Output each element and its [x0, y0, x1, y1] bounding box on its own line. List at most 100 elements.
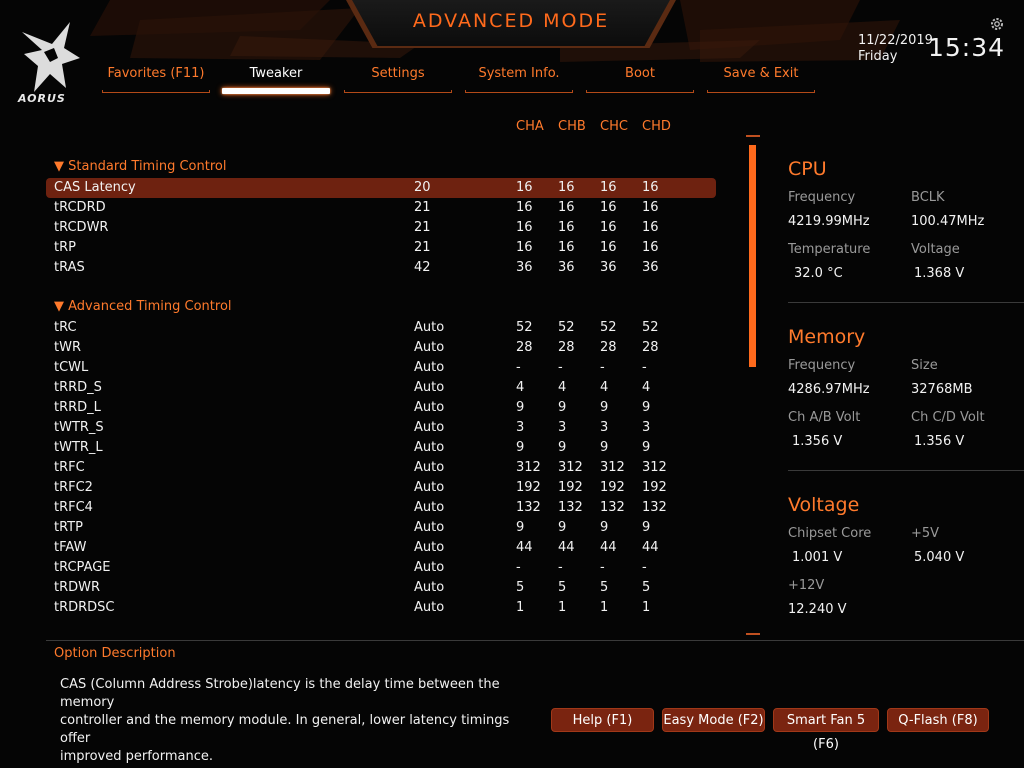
smart-fan-f6-button[interactable]: Smart Fan 5 (F6) — [773, 708, 879, 752]
channel-value-chd: 4 — [642, 380, 651, 395]
table-row[interactable]: tRC Auto 52 52 52 52 — [46, 318, 716, 338]
gear-icon[interactable] — [989, 16, 1005, 32]
table-row[interactable]: tFAW Auto 44 44 44 44 — [46, 538, 716, 558]
channel-value-chc: 44 — [600, 540, 617, 555]
table-row[interactable]: tRAS 42 36 36 36 36 — [46, 258, 716, 278]
tab-save-exit[interactable]: Save & Exit — [707, 66, 815, 81]
setting-value[interactable]: Auto — [414, 400, 444, 415]
table-row[interactable]: tRTP Auto 9 9 9 9 — [46, 518, 716, 538]
channel-value-cha: 52 — [516, 320, 533, 335]
scrollbar-thumb[interactable] — [749, 144, 756, 368]
table-row[interactable]: tRDRDSC Auto 1 1 1 1 — [46, 598, 716, 618]
setting-label: tRFC — [54, 460, 85, 475]
bottom-divider — [46, 640, 1024, 641]
channel-value-chb: 1 — [558, 600, 567, 615]
setting-value[interactable]: Auto — [414, 600, 444, 615]
table-row[interactable]: tRFC2 Auto 192 192 192 192 — [46, 478, 716, 498]
channel-value-cha: 312 — [516, 460, 541, 475]
tab-tweaker[interactable]: Tweaker — [222, 66, 330, 81]
setting-label: tRDRDSC — [54, 600, 115, 615]
tab-favorites[interactable]: Favorites (F11) — [102, 66, 210, 81]
setting-value[interactable]: 21 — [414, 220, 431, 235]
table-row[interactable]: tRP 21 16 16 16 16 — [46, 238, 716, 258]
table-row[interactable]: tRCPAGE Auto - - - - — [46, 558, 716, 578]
channel-value-cha: 16 — [516, 200, 533, 215]
setting-value[interactable]: Auto — [414, 380, 444, 395]
table-row[interactable]: tCWL Auto - - - - — [46, 358, 716, 378]
setting-value[interactable]: Auto — [414, 340, 444, 355]
setting-value[interactable]: 21 — [414, 200, 431, 215]
tab-system-info[interactable]: System Info. — [465, 66, 573, 81]
setting-label: tCWL — [54, 360, 89, 375]
channel-value-cha: 28 — [516, 340, 533, 355]
cpu-temperature-value: 32.0 °C — [794, 266, 843, 281]
section-standard-timing-control[interactable]: ▼ Standard Timing Control — [54, 159, 226, 174]
setting-label: tRFC2 — [54, 480, 93, 495]
setting-value[interactable]: Auto — [414, 420, 444, 435]
setting-value[interactable]: Auto — [414, 440, 444, 455]
tab-boot[interactable]: Boot — [586, 66, 694, 81]
plus5v-label: +5V — [911, 526, 940, 541]
channel-value-chc: - — [600, 560, 605, 575]
section-advanced-timing-control[interactable]: ▼ Advanced Timing Control — [54, 299, 232, 314]
setting-value[interactable]: 42 — [414, 260, 431, 275]
setting-value[interactable]: 21 — [414, 240, 431, 255]
help-f1-button[interactable]: Help (F1) — [551, 708, 654, 732]
channel-header-chd: CHD — [642, 119, 671, 134]
table-row[interactable]: tWR Auto 28 28 28 28 — [46, 338, 716, 358]
setting-value[interactable]: Auto — [414, 560, 444, 575]
channel-value-chd: 1 — [642, 600, 651, 615]
table-row[interactable]: tRCDRD 21 16 16 16 16 — [46, 198, 716, 218]
table-row[interactable]: tWTR_L Auto 9 9 9 9 — [46, 438, 716, 458]
channel-value-chc: 16 — [600, 220, 617, 235]
memory-frequency-label: Frequency — [788, 358, 856, 373]
setting-value[interactable]: Auto — [414, 520, 444, 535]
setting-value[interactable]: Auto — [414, 320, 444, 335]
channel-value-chc: 9 — [600, 440, 609, 455]
channel-value-chd: 192 — [642, 480, 667, 495]
channel-value-chd: 16 — [642, 240, 659, 255]
memory-chab-volt-label: Ch A/B Volt — [788, 410, 861, 425]
option-description-line-1: CAS (Column Address Strobe)latency is th… — [60, 677, 500, 710]
channel-value-chd: 312 — [642, 460, 667, 475]
channel-value-chb: 312 — [558, 460, 583, 475]
channel-value-cha: 5 — [516, 580, 525, 595]
setting-label: tWTR_L — [54, 440, 103, 455]
table-row[interactable]: tRFC Auto 312 312 312 312 — [46, 458, 716, 478]
table-row[interactable]: tRCDWR 21 16 16 16 16 — [46, 218, 716, 238]
channel-value-chb: 36 — [558, 260, 575, 275]
channel-value-chd: 9 — [642, 440, 651, 455]
setting-label: CAS Latency — [54, 180, 136, 195]
setting-value[interactable]: Auto — [414, 580, 444, 595]
setting-value[interactable]: 20 — [414, 180, 431, 195]
table-row[interactable]: tRRD_S Auto 4 4 4 4 — [46, 378, 716, 398]
table-row[interactable]: tRDWR Auto 5 5 5 5 — [46, 578, 716, 598]
channel-value-chb: - — [558, 360, 563, 375]
easy-mode-f2-button[interactable]: Easy Mode (F2) — [662, 708, 765, 732]
table-row[interactable]: tRFC4 Auto 132 132 132 132 — [46, 498, 716, 518]
channel-value-cha: 4 — [516, 380, 525, 395]
tab-settings[interactable]: Settings — [344, 66, 452, 81]
memory-chcd-volt-label: Ch C/D Volt — [911, 410, 985, 425]
setting-value[interactable]: Auto — [414, 360, 444, 375]
setting-value[interactable]: Auto — [414, 500, 444, 515]
channel-value-chb: 9 — [558, 520, 567, 535]
channel-value-cha: 3 — [516, 420, 525, 435]
channel-value-cha: - — [516, 360, 521, 375]
setting-label: tRTP — [54, 520, 83, 535]
table-row[interactable]: tWTR_S Auto 3 3 3 3 — [46, 418, 716, 438]
channel-value-chb: 16 — [558, 240, 575, 255]
q-flash-f8-button[interactable]: Q-Flash (F8) — [887, 708, 989, 732]
table-row[interactable]: CAS Latency 20 16 16 16 16 — [46, 178, 716, 198]
memory-panel-title: Memory — [788, 326, 866, 348]
setting-value[interactable]: Auto — [414, 480, 444, 495]
setting-value[interactable]: Auto — [414, 540, 444, 555]
channel-value-chc: 5 — [600, 580, 609, 595]
aorus-logo-text: AORUS — [18, 92, 66, 105]
channel-value-chc: 9 — [600, 520, 609, 535]
option-description-text: CAS (Column Address Strobe)latency is th… — [60, 676, 530, 766]
channel-value-chd: 5 — [642, 580, 651, 595]
table-row[interactable]: tRRD_L Auto 9 9 9 9 — [46, 398, 716, 418]
setting-label: tWR — [54, 340, 81, 355]
setting-value[interactable]: Auto — [414, 460, 444, 475]
